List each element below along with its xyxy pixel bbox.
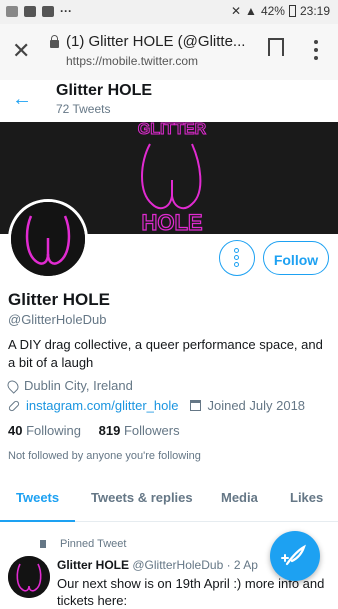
banner-bottom-word: HOLE: [141, 210, 202, 234]
close-icon[interactable]: ✕: [12, 38, 30, 64]
signal-icon: ▲: [245, 4, 257, 18]
header-name: Glitter HOLE: [56, 82, 153, 99]
more-vert-icon[interactable]: [314, 40, 318, 64]
tab-likes[interactable]: Likes: [290, 475, 323, 521]
clock: 23:19: [299, 4, 330, 18]
profile-avatar[interactable]: [8, 199, 88, 279]
follow-button[interactable]: Follow: [263, 241, 329, 275]
banner-top-word: GLITTER: [138, 122, 207, 138]
status-overflow: ···: [60, 4, 72, 18]
calendar-icon: [190, 400, 202, 411]
tweet-count: 72 Tweets: [56, 102, 111, 116]
mail-icon: [24, 5, 36, 17]
image-icon: [42, 5, 54, 17]
arrow-left-icon[interactable]: ←: [12, 88, 32, 111]
more-options-icon[interactable]: [219, 240, 255, 276]
location-icon: [5, 377, 21, 394]
profile-header-bar: ← Glitter HOLE 72 Tweets: [0, 80, 338, 122]
tweet-author-name[interactable]: Glitter HOLE: [57, 558, 129, 572]
tab-tweets-replies[interactable]: Tweets & replies: [91, 475, 193, 521]
location: Dublin City, Ireland: [24, 378, 133, 393]
tweet-date[interactable]: · 2 Ap: [227, 558, 258, 572]
following-link[interactable]: 40 Following: [8, 423, 81, 438]
lock-icon: [50, 35, 59, 48]
pinned-tweet-label: Pinned Tweet: [40, 538, 126, 550]
tweet-header: Glitter HOLE @GlitterHoleDub · 2 Ap: [57, 558, 258, 572]
browser-tab-title[interactable]: (1) Glitter HOLE (@Glitte...: [66, 33, 266, 50]
not-followed-note: Not followed by anyone you're following: [8, 450, 201, 462]
followers-count: 819: [98, 423, 121, 438]
display-name: Glitter HOLE: [8, 290, 111, 309]
tweet-author-handle: @GlitterHoleDub: [132, 558, 224, 572]
followers-link[interactable]: 819 Followers: [99, 423, 180, 438]
tab-tweets[interactable]: Tweets: [0, 475, 76, 522]
quill-icon: [281, 544, 306, 566]
avatar-art: [11, 202, 85, 276]
notification-icon: [6, 5, 18, 17]
profile-tabs: Tweets Tweets & replies Media Likes: [0, 475, 338, 522]
joined-date: Joined July 2018: [207, 398, 306, 413]
following-count: 40: [8, 423, 23, 438]
bio: A DIY drag collective, a queer performan…: [8, 337, 323, 370]
compose-tweet-icon[interactable]: [270, 531, 320, 581]
battery-percent: 42%: [260, 4, 285, 18]
tab-media[interactable]: Media: [221, 475, 258, 521]
browser-url[interactable]: https://mobile.twitter.com: [66, 54, 198, 68]
follow-stats: 40 Following 819 Followers: [8, 423, 180, 438]
location-row: Dublin City, Ireland: [5, 377, 133, 394]
tweet-avatar[interactable]: [8, 556, 50, 598]
browser-toolbar: ✕ (1) Glitter HOLE (@Glitte... https://m…: [0, 24, 338, 81]
battery-icon: [288, 5, 296, 17]
mute-icon: ✕: [230, 4, 242, 18]
status-bar: ··· ✕ ▲ 42% 23:19: [0, 0, 338, 24]
handle: @GlitterHoleDub: [8, 312, 107, 327]
link-icon: [7, 399, 21, 412]
tweet-avatar-art: [8, 556, 50, 598]
pin-icon: [40, 540, 46, 549]
website-link[interactable]: instagram.com/glitter_hole: [26, 398, 178, 413]
followers-label: Followers: [123, 423, 180, 438]
link-row: instagram.com/glitter_hole Joined July 2…: [7, 398, 306, 413]
following-label: Following: [26, 423, 82, 438]
bookmark-icon[interactable]: [268, 38, 284, 58]
pinned-tweet-text: Pinned Tweet: [60, 538, 127, 550]
